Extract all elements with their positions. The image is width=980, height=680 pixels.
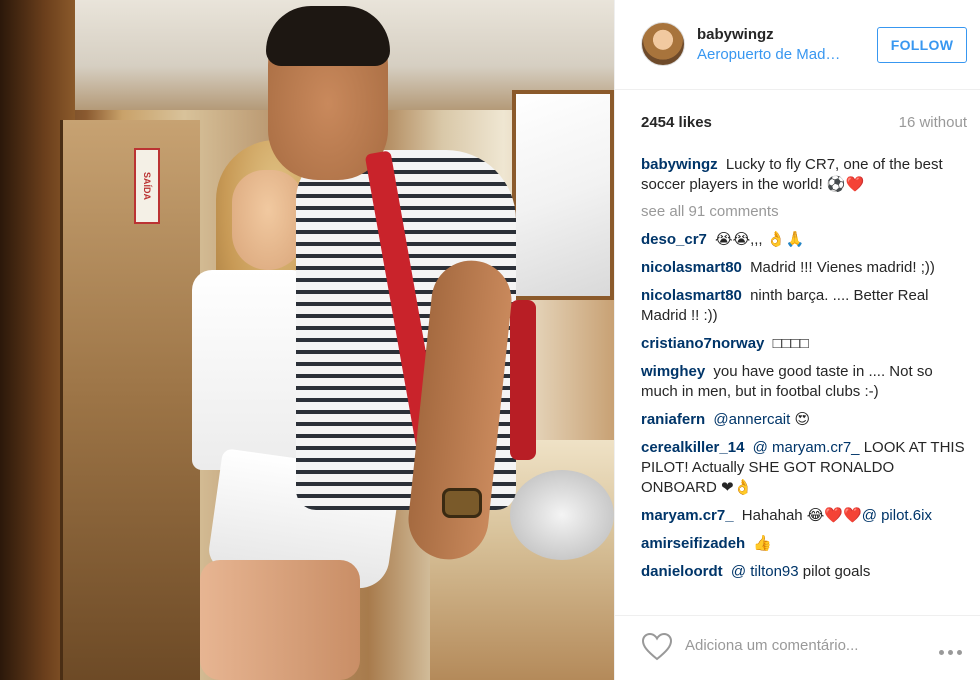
follow-button[interactable]: FOLLOW — [877, 27, 967, 63]
comment-author[interactable]: danieloordt — [641, 563, 723, 580]
comment-author[interactable]: cristiano7norway — [641, 335, 764, 352]
man-hair — [266, 6, 390, 66]
list-item: deso_cr7 😭😭,,, 👌🙏 — [641, 230, 971, 250]
woman-face — [232, 170, 304, 270]
comment-text: □□□□ — [772, 335, 809, 352]
comment-author[interactable]: wimghey — [641, 363, 705, 380]
list-item: maryam.cr7_ Hahahah 😂❤️❤️@ pilot.6ix — [641, 506, 971, 526]
post-time[interactable]: 16 without — [899, 114, 967, 131]
comment-mention[interactable]: @annercait — [713, 411, 790, 428]
comment-mention[interactable]: @ maryam.cr7_ — [753, 439, 860, 456]
comment-author[interactable]: raniafern — [641, 411, 705, 428]
comment-text: Madrid !!! Vienes madrid! ;)) — [750, 259, 935, 276]
post-header: babywingz Aeropuerto de Mad… FOLLOW — [615, 0, 980, 90]
add-comment-bar — [615, 615, 980, 680]
comment-text: 😭😭,,, 👌🙏 — [715, 231, 805, 248]
comment-author[interactable]: nicolasmart80 — [641, 259, 742, 276]
comment-mention[interactable]: @ tilton93 — [731, 563, 799, 580]
exit-sign: SAÍDA — [134, 148, 160, 224]
list-item: cristiano7norway □□□□ — [641, 334, 971, 354]
comment-author[interactable]: deso_cr7 — [641, 231, 707, 248]
wristwatch — [442, 488, 482, 518]
comment-text: 👍 — [753, 535, 773, 552]
post-photo[interactable]: SAÍDA — [0, 0, 614, 680]
list-item: amirseifizadeh 👍 — [641, 534, 971, 554]
comment-author[interactable]: cerealkiller_14 — [641, 439, 744, 456]
comment-author[interactable]: amirseifizadeh — [641, 535, 745, 552]
comment-author[interactable]: nicolasmart80 — [641, 287, 742, 304]
caption-author[interactable]: babywingz — [641, 156, 718, 173]
list-item: cerealkiller_14 @ maryam.cr7_ LOOK AT TH… — [641, 438, 971, 498]
more-options-icon[interactable] — [939, 642, 967, 655]
location-link[interactable]: Aeropuerto de Mad… — [697, 46, 867, 63]
list-item: nicolasmart80 Madrid !!! Vienes madrid! … — [641, 258, 971, 278]
likes-count[interactable]: 2454 likes — [641, 114, 712, 131]
legs — [200, 560, 360, 680]
username-link[interactable]: babywingz — [697, 26, 774, 43]
comment-text: pilot goals — [802, 563, 871, 580]
list-item: nicolasmart80 ninth barça. .... Better R… — [641, 286, 971, 326]
red-bag — [510, 300, 536, 460]
comment-input[interactable] — [685, 632, 915, 658]
avatar[interactable] — [641, 22, 685, 66]
comment-mention[interactable]: @ pilot.6ix — [862, 507, 932, 524]
cabin-door — [60, 120, 200, 680]
bowl — [510, 470, 614, 560]
caption: babywingz Lucky to fly CR7, one of the b… — [641, 155, 971, 195]
list-item: danieloordt @ tilton93 pilot goals — [641, 562, 971, 582]
list-item: wimghey you have good taste in .... Not … — [641, 362, 971, 402]
post-sidebar: babywingz Aeropuerto de Mad… FOLLOW 2454… — [614, 0, 980, 680]
post-stats: 2454 likes 16 without — [641, 114, 967, 134]
comment-author[interactable]: maryam.cr7_ — [641, 507, 734, 524]
list-item: raniafern @annercait 😍 — [641, 410, 971, 430]
comments-list: babywingz Lucky to fly CR7, one of the b… — [641, 155, 971, 607]
comment-text: Hahahah 😂❤️❤️ — [741, 507, 862, 524]
heart-icon[interactable] — [641, 632, 673, 662]
see-all-comments-link[interactable]: see all 91 comments — [641, 203, 971, 220]
comment-text: 😍 — [794, 411, 811, 428]
cabin-window — [512, 90, 614, 300]
